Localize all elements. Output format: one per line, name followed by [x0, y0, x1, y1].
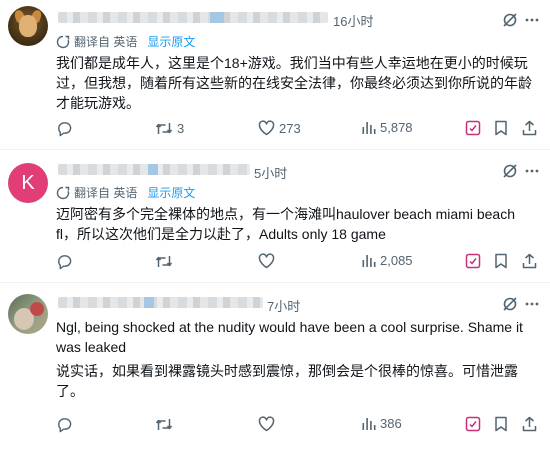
post-text: 迈阿密有多个完全裸体的地点，有一个海滩叫haulover beach miami… [56, 206, 519, 242]
views-button[interactable]: 5,878 [361, 120, 413, 135]
views-button[interactable]: 2,085 [361, 253, 413, 268]
grok-icon [465, 416, 481, 432]
blurred-username[interactable] [58, 12, 328, 23]
blurred-username[interactable] [58, 164, 250, 175]
translation-notice: 翻译自 英语 显示原文 [56, 33, 195, 50]
translate-icon [56, 35, 70, 48]
grok-analyze-button[interactable] [465, 416, 481, 432]
grok-icon[interactable] [502, 163, 518, 179]
grok-analyze-button[interactable] [465, 120, 481, 136]
reply-icon [58, 418, 72, 433]
grok-icon [465, 120, 481, 136]
share-icon [522, 253, 537, 269]
reply-icon [58, 122, 72, 137]
views-button[interactable]: 386 [361, 416, 402, 431]
bookmark-icon [495, 416, 507, 432]
translation-notice: 翻译自 英语 显示原文 [56, 184, 195, 201]
retweet-button[interactable]: 3 [155, 120, 184, 137]
retweet-icon [155, 419, 173, 430]
like-button[interactable]: 273 [258, 120, 301, 136]
like-button[interactable] [258, 253, 279, 269]
grok-icon [465, 253, 481, 269]
blurred-username[interactable] [58, 297, 263, 308]
retweet-icon [155, 123, 173, 134]
action-bar: 2,085 [56, 253, 542, 273]
share-icon [522, 120, 537, 136]
reply-button[interactable] [56, 253, 77, 270]
reply-post[interactable]: 5小时 翻译自 英语 显示原文 迈阿密有多个完全裸体的地点，有一个海滩叫haul… [0, 150, 550, 283]
reply-feed: 16小时 翻译自 英语 显示原文 我们都是成年人，这里是个18+游戏。我们当中有… [0, 0, 550, 458]
retweet-button[interactable] [155, 253, 177, 270]
translated-from-label: 翻译自 英语 [74, 186, 138, 200]
retweet-icon [155, 256, 173, 267]
views-count: 5,878 [380, 120, 413, 135]
share-icon [522, 416, 537, 432]
show-original-link[interactable]: 显示原文 [147, 184, 195, 201]
avatar[interactable] [8, 6, 48, 46]
post-time[interactable]: 5小时 [254, 163, 287, 182]
reply-post[interactable]: 16小时 翻译自 英语 显示原文 我们都是成年人，这里是个18+游戏。我们当中有… [0, 0, 550, 150]
share-button[interactable] [522, 416, 537, 432]
post-text-translation: 说实话，如果看到裸露镜头时感到震惊，那倒会是个很棒的惊喜。可惜泄露了。 [56, 363, 518, 399]
more-icon[interactable] [524, 296, 540, 312]
bookmark-button[interactable] [494, 416, 508, 432]
like-button[interactable] [258, 416, 279, 432]
grok-icon[interactable] [502, 296, 518, 312]
share-button[interactable] [522, 253, 537, 269]
action-bar: 3 273 5,878 [56, 120, 542, 140]
action-bar: 386 [56, 416, 542, 436]
grok-analyze-button[interactable] [465, 253, 481, 269]
share-button[interactable] [522, 120, 537, 136]
retweet-count: 3 [177, 121, 185, 136]
avatar[interactable]: K [8, 163, 48, 203]
avatar[interactable] [8, 294, 48, 334]
post-text-original: Ngl, being shocked at the nudity would h… [56, 319, 527, 355]
reply-button[interactable] [56, 416, 77, 433]
like-icon [258, 253, 275, 269]
views-icon [362, 418, 376, 430]
views-icon [362, 255, 376, 267]
views-icon [362, 122, 376, 134]
bookmark-button[interactable] [494, 120, 508, 136]
show-original-link[interactable]: 显示原文 [147, 33, 195, 50]
post-time[interactable]: 16小时 [333, 11, 373, 30]
like-count: 273 [279, 120, 301, 136]
avatar-letter: K [21, 171, 35, 194]
bookmark-icon [495, 253, 507, 269]
more-icon[interactable] [524, 12, 540, 28]
like-icon [258, 120, 275, 136]
bookmark-button[interactable] [494, 253, 508, 269]
grok-icon[interactable] [502, 12, 518, 28]
more-icon[interactable] [524, 163, 540, 179]
views-count: 2,085 [380, 253, 413, 268]
bookmark-icon [495, 120, 507, 136]
post-text: 我们都是成年人，这里是个18+游戏。我们当中有些人幸运地在更小的时候玩过，但我想… [56, 55, 532, 111]
post-time[interactable]: 7小时 [267, 296, 300, 315]
reply-icon [58, 255, 72, 270]
retweet-button[interactable] [155, 416, 177, 433]
translate-icon [56, 186, 70, 199]
like-icon [258, 416, 275, 432]
views-count: 386 [380, 416, 402, 431]
translated-from-label: 翻译自 英语 [74, 35, 138, 49]
reply-post[interactable]: 7小时 Ngl, being shocked at the nudity wou… [0, 283, 550, 458]
reply-button[interactable] [56, 120, 77, 137]
